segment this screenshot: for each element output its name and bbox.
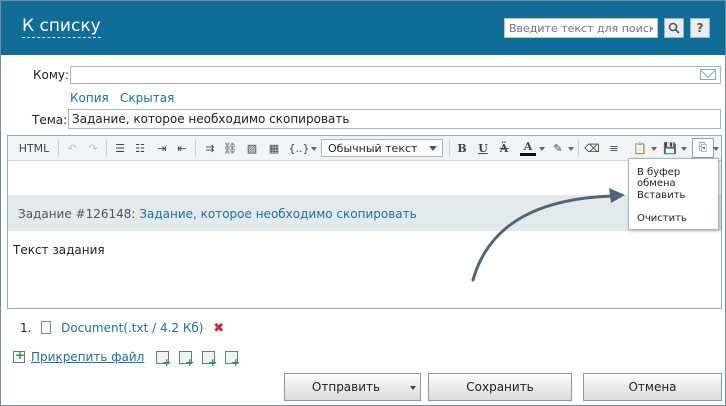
- task-reference: Задание #126148: Задание, которое необхо…: [18, 207, 417, 221]
- highlight-arrow[interactable]: [568, 147, 574, 151]
- table-icon[interactable]: ▦: [266, 140, 282, 156]
- add-file-row: Прикрепить файл: [13, 348, 240, 369]
- horizontal-rule-icon[interactable]: ⇉: [202, 140, 218, 156]
- numbered-list-icon[interactable]: ☷: [132, 140, 148, 156]
- add-file-icon[interactable]: [13, 348, 25, 363]
- font-color-button[interactable]: A: [520, 140, 536, 156]
- editor-body-text[interactable]: Текст задания: [13, 243, 105, 257]
- send-options-button[interactable]: [407, 373, 421, 401]
- subject-label: Тема:: [32, 113, 68, 127]
- save-button[interactable]: Сохранить: [428, 373, 572, 401]
- toolbar-separator: [58, 140, 59, 156]
- indent-icon[interactable]: ⇥: [154, 140, 170, 156]
- attachment-row: 1. Document(.txt / 4.2 Кб) ✖: [20, 321, 224, 336]
- cc-link[interactable]: Копия: [70, 91, 109, 105]
- task-number: Задание #126148:: [18, 207, 136, 221]
- pointer-arrow: [471, 188, 625, 282]
- menu-item-paste[interactable]: Вставить: [637, 190, 685, 201]
- image-icon[interactable]: ▨: [244, 140, 260, 156]
- send-button[interactable]: Отправить: [284, 373, 408, 401]
- menu-item-clear[interactable]: Очистить: [637, 213, 687, 224]
- cancel-button[interactable]: Отмена: [583, 373, 722, 401]
- attach-file-link[interactable]: Прикрепить файл: [31, 350, 144, 364]
- add-from-scanner-icon[interactable]: [225, 350, 240, 369]
- subject-field[interactable]: Задание, которое необходимо скопировать: [68, 109, 721, 129]
- add-from-report-icon[interactable]: [202, 350, 217, 369]
- menu-item-copy-to-clipboard[interactable]: В буфер обмена: [637, 167, 718, 189]
- delete-attachment-icon[interactable]: ✖: [213, 321, 224, 336]
- bcc-link[interactable]: Скрытая: [120, 91, 174, 105]
- editor-toolbar: HTML ↶ ↷ ☰ ☷ ⇥ ⇤ ⇉ ⛓ ▨ ▦ {..} Обычный те…: [8, 136, 721, 161]
- outdent-icon[interactable]: ⇤: [174, 140, 190, 156]
- help-button[interactable]: ?: [690, 18, 710, 38]
- paragraph-format-value: Обычный текст: [328, 142, 418, 155]
- attachment-name-link[interactable]: Document: [61, 321, 123, 335]
- copy-clipboard-button[interactable]: ⎘: [692, 138, 714, 158]
- paste-icon[interactable]: 📋: [632, 140, 648, 156]
- document-icon: [41, 321, 52, 334]
- add-from-storage-icon[interactable]: [156, 350, 171, 369]
- toolbar-separator: [106, 140, 107, 156]
- link-icon[interactable]: ⛓: [222, 140, 238, 156]
- bullet-list-icon[interactable]: ☰: [112, 140, 128, 156]
- font-color-arrow[interactable]: [539, 147, 545, 151]
- header-bar: К списку ?: [1, 1, 725, 55]
- clipboard-dropdown-menu: В буфер обмена Вставить Очистить: [628, 158, 719, 230]
- copy-clipboard-arrow[interactable]: [713, 147, 719, 151]
- to-field[interactable]: [70, 66, 721, 84]
- search-icon: [668, 22, 680, 34]
- address-book-icon[interactable]: [700, 69, 716, 80]
- add-from-documents-icon[interactable]: [179, 350, 194, 369]
- paste-arrow[interactable]: [651, 147, 657, 151]
- toolbar-separator: [449, 140, 450, 156]
- attachment-meta: (.txt / 4.2 Кб): [123, 321, 204, 335]
- redo-icon[interactable]: ↷: [86, 140, 100, 156]
- search-input[interactable]: [504, 18, 658, 38]
- html-mode-button[interactable]: HTML: [18, 140, 50, 156]
- save-arrow[interactable]: [681, 147, 687, 151]
- highlight-icon[interactable]: ✎: [550, 140, 566, 156]
- search-button[interactable]: [664, 18, 684, 38]
- toolbar-separator: [578, 140, 579, 156]
- paragraph-format-select[interactable]: Обычный текст: [321, 139, 443, 157]
- chevron-down-icon: [410, 386, 416, 390]
- special-chars-arrow[interactable]: [311, 147, 317, 151]
- back-to-list-link[interactable]: К списку: [22, 16, 101, 38]
- undo-icon[interactable]: ↶: [65, 140, 79, 156]
- compose-window: К списку ? Кому: Копия Скрытая Тема: Зад…: [0, 0, 726, 406]
- task-link[interactable]: Задание, которое необходимо скопировать: [139, 207, 416, 221]
- align-icon[interactable]: ≡: [606, 140, 622, 156]
- underline-button[interactable]: U: [476, 140, 490, 156]
- clear-format-icon[interactable]: ⌫: [584, 140, 600, 156]
- save-icon[interactable]: 💾: [662, 140, 678, 156]
- attachment-index: 1.: [20, 321, 32, 335]
- toolbar-separator: [195, 140, 196, 156]
- to-label: Кому:: [33, 68, 70, 82]
- strikethrough-button[interactable]: Ӓ: [497, 140, 511, 156]
- bold-button[interactable]: B: [455, 140, 469, 156]
- special-chars-icon[interactable]: {..}: [288, 140, 310, 156]
- chevron-down-icon: [429, 146, 437, 151]
